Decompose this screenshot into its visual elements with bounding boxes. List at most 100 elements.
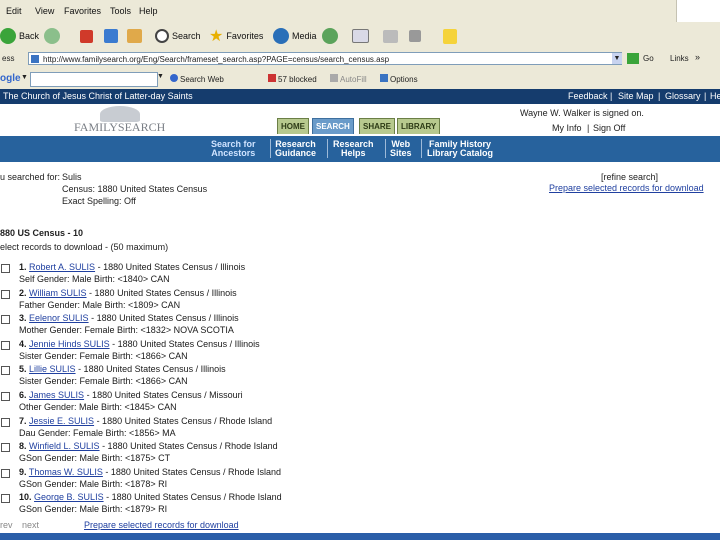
- record-checkbox[interactable]: [1, 340, 10, 350]
- tab-library[interactable]: LIBRARY: [397, 118, 441, 134]
- options-button[interactable]: Options: [380, 74, 418, 84]
- search-button[interactable]: Search: [155, 27, 201, 45]
- favorites-button[interactable]: ★ Favorites: [209, 27, 263, 45]
- record-checkbox[interactable]: [1, 417, 10, 427]
- tab-search[interactable]: SEARCH: [312, 118, 354, 134]
- go-button[interactable]: Go: [643, 54, 654, 63]
- printer-icon: [383, 29, 398, 43]
- record-checkbox[interactable]: [1, 366, 10, 376]
- sign-off-link[interactable]: Sign Off: [593, 123, 625, 133]
- record-number: 3.: [19, 313, 27, 324]
- record-checkbox[interactable]: [1, 494, 10, 504]
- record-detail: Mother Gender: Female Birth: <1832> NOVA…: [19, 325, 234, 336]
- history-icon: [322, 28, 338, 44]
- record-census: - 1880 United States Census / Illinois: [75, 364, 226, 375]
- back-button[interactable]: Back: [0, 27, 39, 45]
- record-detail: Other Gender: Male Birth: <1845> CAN: [19, 402, 177, 412]
- prev-link[interactable]: rev: [0, 520, 13, 530]
- go-arrow-icon[interactable]: [627, 53, 639, 64]
- record-census: - 1880 United States Census / Rhode Isla…: [102, 466, 281, 477]
- record-name-link[interactable]: James SULIS: [29, 390, 84, 400]
- media-icon: [273, 28, 289, 44]
- record-row: 4. Jennie Hinds SULIS - 1880 United Stat…: [19, 339, 260, 349]
- back-arrow-icon: [0, 28, 16, 44]
- record-checkbox[interactable]: [1, 443, 10, 453]
- record-row: 1. Robert A. SULIS - 1880 United States …: [19, 262, 245, 272]
- record-name-link[interactable]: Thomas W. SULIS: [29, 467, 103, 477]
- nav-research-helps[interactable]: Research Helps: [333, 140, 374, 158]
- record-checkbox[interactable]: [1, 468, 10, 478]
- refresh-button[interactable]: [104, 27, 121, 45]
- menu-bar: Edit View Favorites Tools Help: [0, 0, 720, 23]
- history-button[interactable]: [322, 27, 341, 45]
- record-name-link[interactable]: Winfield L. SULIS: [29, 441, 100, 451]
- address-input[interactable]: http://www.familysearch.org/Eng/Search/f…: [28, 52, 622, 65]
- record-name-link[interactable]: Robert A. SULIS: [29, 262, 95, 272]
- record-name-link[interactable]: George B. SULIS: [34, 492, 104, 502]
- edit-button[interactable]: [409, 27, 424, 45]
- prepare-download-link-top[interactable]: Prepare selected records for download: [549, 183, 704, 193]
- note-icon: [443, 28, 457, 44]
- links-label[interactable]: Links: [670, 54, 689, 63]
- familysearch-logo[interactable]: FAMILYSEARCH: [74, 120, 165, 135]
- record-checkbox[interactable]: [1, 264, 10, 273]
- google-search-input[interactable]: [30, 72, 158, 87]
- feedback-link[interactable]: Feedback: [568, 91, 608, 101]
- autofill-button[interactable]: AutoFill: [330, 74, 367, 84]
- chevron-right-icon[interactable]: »: [695, 52, 700, 62]
- print-button[interactable]: [383, 27, 401, 45]
- tab-share[interactable]: SHARE: [359, 118, 396, 134]
- record-name-link[interactable]: William SULIS: [29, 288, 87, 298]
- popup-blocked-button[interactable]: 57 blocked: [268, 74, 317, 84]
- nav-research-guidance[interactable]: Research Guidance: [275, 140, 316, 158]
- google-search-web-button[interactable]: Search Web: [170, 74, 224, 84]
- searched-spelling: Exact Spelling: Off: [62, 196, 136, 206]
- my-info-link[interactable]: My Info: [552, 123, 582, 133]
- record-checkbox[interactable]: [1, 289, 10, 299]
- record-detail: Dau Gender: Female Birth: <1856> MA: [19, 427, 176, 438]
- tab-home[interactable]: HOME: [277, 118, 309, 134]
- refine-search-link[interactable]: [refine search]: [601, 172, 658, 182]
- menu-help[interactable]: Help: [139, 6, 158, 16]
- menu-tools[interactable]: Tools: [110, 6, 131, 16]
- google-logo: ogle: [0, 73, 21, 84]
- site-map-link[interactable]: Site Map: [618, 91, 654, 101]
- stop-button[interactable]: [80, 27, 96, 45]
- menu-view[interactable]: View: [35, 6, 54, 16]
- messenger-button[interactable]: [443, 27, 460, 45]
- nav-search-ancestors[interactable]: Search for Ancestors: [211, 140, 256, 158]
- mail-icon: [352, 29, 369, 43]
- record-name-link[interactable]: Jessie E. SULIS: [29, 416, 94, 426]
- record-number: 6.: [19, 390, 27, 400]
- glossary-link[interactable]: Glossary: [665, 91, 701, 101]
- help-link[interactable]: He: [710, 91, 720, 101]
- record-name-link[interactable]: Eelenor SULIS: [29, 313, 89, 323]
- search-icon: [155, 29, 169, 43]
- nav-family-history-library-catalog[interactable]: Family History Library Catalog: [427, 140, 493, 158]
- mail-button[interactable]: [352, 27, 372, 45]
- menu-favorites[interactable]: Favorites: [64, 6, 101, 16]
- next-link[interactable]: next: [22, 520, 39, 530]
- record-checkbox[interactable]: [1, 315, 10, 325]
- record-detail: Self Gender: Male Birth: <1840> CAN: [19, 274, 170, 284]
- record-census: - 1880 United States Census / Illinois: [88, 313, 239, 324]
- media-button[interactable]: Media: [273, 27, 317, 45]
- nav-web-sites[interactable]: Web Sites: [390, 140, 412, 158]
- record-detail: Sister Gender: Female Birth: <1866> CAN: [19, 350, 188, 361]
- record-name-link[interactable]: Jennie Hinds SULIS: [29, 339, 110, 349]
- menu-edit[interactable]: Edit: [6, 6, 22, 16]
- record-name-link[interactable]: Lillie SULIS: [29, 364, 76, 374]
- prepare-download-link-bottom[interactable]: Prepare selected records for download: [84, 520, 239, 530]
- record-census: - 1880 United States Census / Rhode Isla…: [99, 441, 278, 452]
- windows-logo-icon: [676, 0, 720, 22]
- google-dropdown-icon[interactable]: ▼: [157, 73, 164, 80]
- record-row: 2. William SULIS - 1880 United States Ce…: [19, 288, 237, 298]
- chevron-down-icon[interactable]: ▼: [21, 74, 28, 81]
- record-census: - 1880 United States Census / Illinois: [86, 287, 237, 298]
- home-button[interactable]: [127, 27, 145, 45]
- church-bar: The Church of Jesus Christ of Latter-day…: [0, 89, 720, 104]
- address-dropdown-icon[interactable]: ▼: [612, 53, 622, 64]
- star-icon: ★: [209, 28, 224, 45]
- forward-button[interactable]: [44, 27, 63, 45]
- record-checkbox[interactable]: [1, 392, 10, 401]
